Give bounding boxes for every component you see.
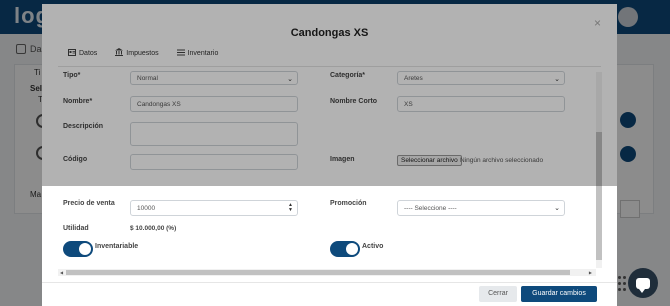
chevron-down-icon: ⌄ bbox=[287, 76, 293, 83]
chat-icon bbox=[636, 277, 650, 293]
promocion-label: Promoción bbox=[330, 200, 367, 207]
form-scroll-area: Tipo* Normal ⌄ Categoría* Aretes ⌄ Nombr… bbox=[58, 70, 603, 276]
chevron-down-icon: ⌄ bbox=[554, 76, 560, 83]
tab-label: Datos bbox=[79, 49, 98, 57]
activo-label: Activo bbox=[362, 243, 384, 250]
chevron-down-icon: ⌄ bbox=[554, 205, 560, 212]
imagen-label: Imagen bbox=[330, 156, 355, 163]
utilidad-value: $ 10.000,00 (%) bbox=[130, 225, 177, 232]
inventariable-toggle[interactable] bbox=[63, 241, 93, 257]
chat-button[interactable] bbox=[628, 268, 658, 298]
modal-title: Candongas XS bbox=[290, 27, 369, 39]
categoria-select[interactable]: Aretes ⌄ bbox=[397, 71, 565, 85]
nombre-corto-label: Nombre Corto bbox=[330, 98, 378, 105]
promocion-select[interactable]: ---- Seleccione ---- ⌄ bbox=[397, 200, 565, 216]
tipo-select[interactable]: Normal ⌄ bbox=[130, 71, 298, 85]
nombre-label: Nombre* bbox=[63, 98, 93, 105]
scroll-right-icon[interactable]: ▶ bbox=[589, 270, 592, 275]
inventariable-label: Inventariable bbox=[95, 243, 139, 250]
tab-label: Impuestos bbox=[126, 49, 159, 57]
descripcion-textarea[interactable] bbox=[130, 122, 298, 146]
promocion-value: ---- Seleccione ---- bbox=[404, 205, 457, 212]
bank-icon bbox=[115, 48, 124, 58]
close-icon[interactable]: × bbox=[594, 16, 601, 30]
tipo-value: Normal bbox=[137, 75, 158, 82]
activo-toggle[interactable] bbox=[330, 241, 360, 257]
toggle-knob bbox=[79, 243, 91, 255]
scroll-left-icon[interactable]: ◀ bbox=[60, 270, 63, 275]
edit-product-modal: Candongas XS × Datos Impuestos Inventari… bbox=[42, 4, 617, 306]
tab-datos[interactable]: Datos bbox=[68, 48, 97, 58]
nombre-value: Candongas XS bbox=[137, 101, 181, 108]
tab-bar: Datos Impuestos Inventario bbox=[68, 48, 218, 58]
precio-value: 10000 bbox=[137, 205, 156, 212]
codigo-label: Código bbox=[63, 156, 88, 163]
drag-handle-icon[interactable] bbox=[618, 276, 626, 292]
footer-divider bbox=[42, 282, 617, 283]
tab-impuestos[interactable]: Impuestos bbox=[115, 48, 159, 58]
datos-icon bbox=[68, 48, 76, 58]
utilidad-label: Utilidad bbox=[63, 225, 89, 232]
nombre-input[interactable]: Candongas XS bbox=[130, 96, 298, 112]
toggle-knob bbox=[346, 243, 358, 255]
categoria-label: Categoría* bbox=[330, 72, 366, 79]
vertical-scrollbar[interactable] bbox=[596, 72, 602, 268]
close-button[interactable]: Cerrar bbox=[479, 286, 517, 302]
precio-label: Precio de venta bbox=[63, 200, 115, 207]
descripcion-label: Descripción bbox=[63, 123, 104, 130]
codigo-input[interactable] bbox=[130, 154, 298, 170]
nombre-corto-input[interactable]: XS bbox=[397, 96, 565, 112]
tipo-label: Tipo* bbox=[63, 72, 81, 79]
file-status: Ningún archivo seleccionado bbox=[460, 157, 544, 164]
categoria-value: Aretes bbox=[404, 75, 423, 82]
spinner-icon[interactable]: ▲ ▼ bbox=[288, 203, 293, 213]
nombre-corto-value: XS bbox=[404, 101, 413, 108]
horizontal-scrollbar[interactable]: ◀ ▶ bbox=[58, 269, 596, 276]
save-button[interactable]: Guardar cambios bbox=[521, 286, 597, 302]
file-select-button[interactable]: Seleccionar archivo bbox=[397, 155, 462, 166]
vertical-scroll-thumb[interactable] bbox=[596, 132, 602, 260]
horizontal-scroll-thumb[interactable] bbox=[66, 270, 570, 275]
tabs-divider bbox=[58, 66, 601, 67]
tab-label: Inventario bbox=[187, 49, 219, 57]
precio-input[interactable]: 10000 ▲ ▼ bbox=[130, 200, 298, 216]
tab-inventario[interactable]: Inventario bbox=[176, 48, 219, 58]
list-icon bbox=[176, 49, 185, 58]
